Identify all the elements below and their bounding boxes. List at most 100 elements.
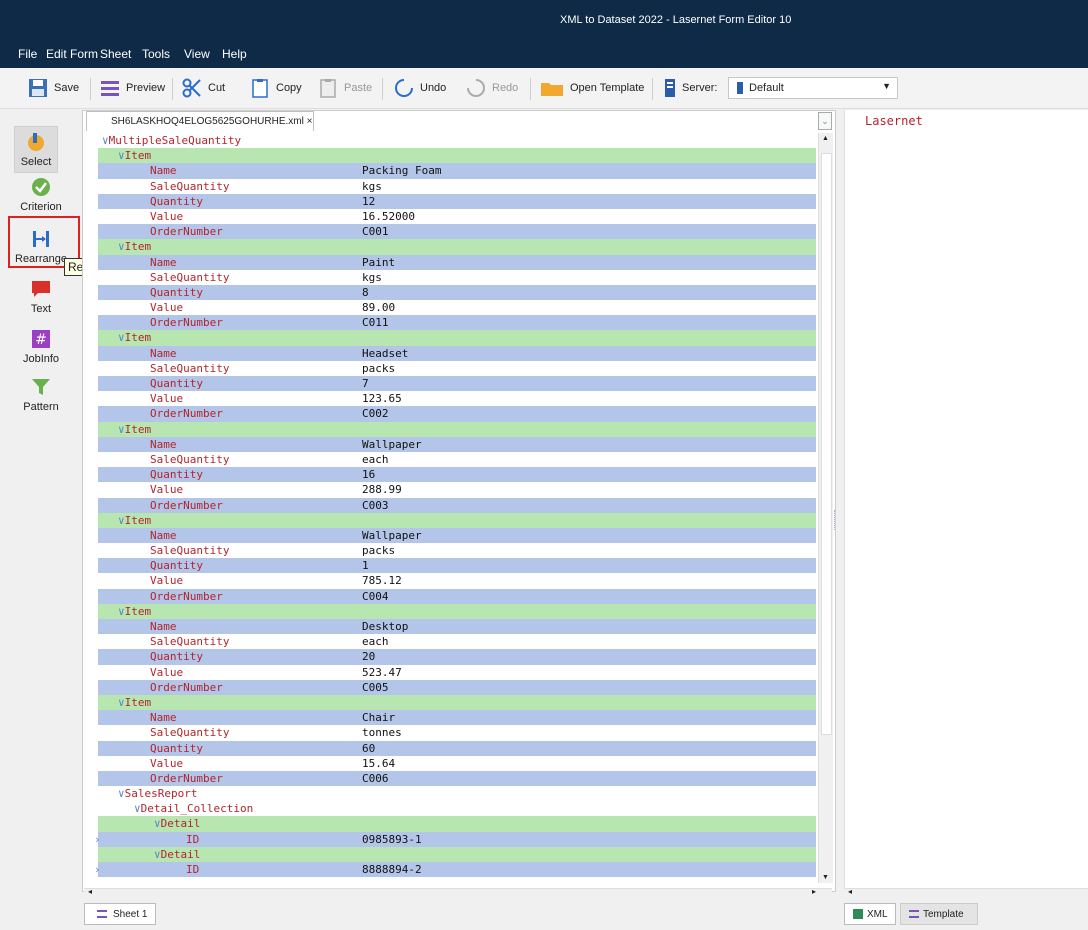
- save-button[interactable]: Save: [28, 76, 79, 100]
- tree-node-item[interactable]: ∨Item: [98, 148, 816, 164]
- chevron-down-icon[interactable]: ∨: [118, 423, 125, 436]
- tree-field-row[interactable]: OrderNumber C011: [98, 315, 816, 331]
- tree-node-detail-collection[interactable]: ∨Detail_Collection: [98, 801, 816, 817]
- server-select[interactable]: Default ▼: [728, 77, 898, 99]
- menu-tools[interactable]: Tools: [142, 47, 170, 61]
- tree-field-row[interactable]: Quantity 20: [98, 649, 816, 665]
- menu-view[interactable]: View: [184, 47, 210, 61]
- menu-sheet[interactable]: Sheet: [100, 47, 131, 61]
- tab-template[interactable]: Template: [900, 903, 978, 925]
- open-template-button[interactable]: Open Template: [540, 76, 644, 100]
- tree-field-row[interactable]: SaleQuantity each: [98, 634, 816, 650]
- chevron-right-icon[interactable]: ›: [94, 832, 101, 847]
- tree-field-row[interactable]: Value 89.00: [98, 300, 816, 316]
- chevron-down-icon[interactable]: ∨: [118, 149, 125, 162]
- select-tool[interactable]: Select: [14, 126, 58, 173]
- tree-node-item[interactable]: ∨Item: [98, 512, 816, 528]
- tree-node-root[interactable]: ∨MultipleSaleQuantity: [98, 133, 816, 149]
- tree-field-row[interactable]: Value 785.12: [98, 573, 816, 589]
- pattern-tool[interactable]: Pattern: [0, 376, 82, 413]
- tree-field-row[interactable]: OrderNumber C002: [98, 406, 816, 422]
- tree-node-item[interactable]: ∨Item: [98, 421, 816, 437]
- chevron-down-icon[interactable]: ∨: [118, 331, 125, 344]
- preview-button[interactable]: Preview: [100, 76, 165, 100]
- tree-field-row[interactable]: Quantity 60: [98, 740, 816, 756]
- right-horizontal-scrollbar[interactable]: ◂: [844, 887, 1088, 899]
- tree-field-row[interactable]: ID 0985893-1 ›: [94, 831, 816, 847]
- tree-node-item[interactable]: ∨Item: [98, 694, 816, 711]
- tree-field-row[interactable]: Name Headset: [98, 345, 816, 361]
- tree-field-row[interactable]: SaleQuantity kgs: [98, 269, 816, 285]
- scroll-right-arrow-icon[interactable]: ▸: [812, 887, 816, 896]
- scroll-down-arrow-icon[interactable]: ▼: [822, 874, 829, 881]
- tree-field-row[interactable]: OrderNumber C005: [98, 679, 816, 695]
- chevron-down-icon[interactable]: ∨: [154, 817, 161, 830]
- tree-node-item[interactable]: ∨Item: [98, 330, 816, 346]
- tree-field-row[interactable]: Value 123.65: [98, 391, 816, 407]
- chevron-down-icon[interactable]: ∨: [118, 787, 125, 800]
- tree-field-row[interactable]: Value 15.64: [98, 755, 816, 771]
- tree-field-row[interactable]: Quantity 1: [98, 558, 816, 574]
- sheet-tab[interactable]: Sheet 1: [84, 903, 156, 925]
- tree-field-row[interactable]: Name Packing Foam: [98, 163, 816, 179]
- chevron-down-icon[interactable]: ∨: [134, 802, 141, 815]
- tree-node-salesreport[interactable]: ∨SalesReport: [98, 786, 816, 802]
- scroll-left-arrow-icon[interactable]: ◂: [88, 887, 92, 896]
- tree-node-detail[interactable]: ∨Detail: [98, 816, 816, 832]
- chevron-down-icon[interactable]: ∨: [118, 240, 125, 253]
- tree-field-row[interactable]: Quantity 16: [98, 467, 816, 483]
- tree-field-row[interactable]: Quantity 8: [98, 284, 816, 301]
- menu-edit[interactable]: Edit: [46, 47, 67, 61]
- vertical-scrollbar[interactable]: ▲ ▼: [818, 133, 833, 883]
- file-tab[interactable]: SH6LASKHOQ4ELOG5625GOHURHE.xml ×: [86, 111, 314, 131]
- scrollbar-thumb[interactable]: [821, 153, 832, 735]
- tree-field-row[interactable]: SaleQuantity kgs: [98, 178, 816, 194]
- copy-button[interactable]: Copy: [250, 76, 302, 100]
- criterion-tool[interactable]: Criterion: [0, 176, 82, 213]
- chevron-down-icon[interactable]: ∨: [154, 848, 161, 861]
- chevron-down-icon[interactable]: ∨: [102, 134, 109, 147]
- menu-file[interactable]: File: [18, 47, 37, 61]
- tree-field-row[interactable]: OrderNumber C003: [98, 497, 816, 513]
- jobinfo-tool[interactable]: # JobInfo: [0, 328, 82, 365]
- menu-help[interactable]: Help: [222, 47, 247, 61]
- tree-field-row[interactable]: Name Wallpaper: [98, 527, 816, 544]
- redo-button[interactable]: Redo: [466, 76, 518, 100]
- tree-field-row[interactable]: Quantity 12: [98, 193, 816, 209]
- tree-field-row[interactable]: Quantity 7: [98, 376, 816, 392]
- chevron-down-icon[interactable]: ∨: [118, 605, 125, 618]
- tree-field-row[interactable]: ID 8888894-2 ›: [94, 862, 816, 878]
- xml-tree[interactable]: ∨MultipleSaleQuantity ∨Item Name Packing Fo…: [94, 133, 816, 878]
- tree-field-row[interactable]: Name Paint: [98, 254, 816, 270]
- tree-field-row[interactable]: SaleQuantity each: [98, 451, 816, 468]
- tree-field-row[interactable]: OrderNumber C006: [98, 770, 816, 787]
- tree-field-row[interactable]: Value 288.99: [98, 482, 816, 498]
- tree-node-item[interactable]: ∨Item: [98, 239, 816, 255]
- tree-node-item[interactable]: ∨Item: [98, 603, 816, 619]
- chevron-down-icon[interactable]: ∨: [118, 696, 125, 709]
- scroll-left-arrow-icon[interactable]: ◂: [848, 887, 852, 896]
- tree-field-row[interactable]: SaleQuantity packs: [98, 360, 816, 376]
- tab-xml[interactable]: XML: [844, 903, 896, 925]
- menu-form[interactable]: Form: [70, 47, 98, 61]
- paste-button[interactable]: Paste: [318, 76, 372, 100]
- tree-field-row[interactable]: Name Desktop: [98, 619, 816, 635]
- text-tool[interactable]: Text: [0, 278, 82, 315]
- scroll-up-arrow-icon[interactable]: ▲: [822, 135, 829, 142]
- splitter-handle[interactable]: [834, 510, 839, 530]
- tree-field-row[interactable]: OrderNumber C004: [98, 588, 816, 604]
- tree-field-row[interactable]: Value 16.52000: [98, 208, 816, 225]
- chevron-right-icon[interactable]: ›: [94, 862, 101, 877]
- output-pane[interactable]: Lasernet: [844, 110, 1088, 888]
- tree-field-row[interactable]: OrderNumber C001: [98, 224, 816, 240]
- chevron-down-icon[interactable]: ∨: [118, 514, 125, 527]
- horizontal-scrollbar[interactable]: ◂ ▸: [84, 887, 832, 899]
- cut-button[interactable]: Cut: [182, 76, 225, 100]
- tab-dropdown-button[interactable]: ⌄: [818, 112, 832, 130]
- tree-node-detail[interactable]: ∨Detail: [98, 846, 816, 862]
- tree-field-row[interactable]: Name Chair: [98, 710, 816, 726]
- tree-field-row[interactable]: SaleQuantity tonnes: [98, 725, 816, 741]
- tree-field-row[interactable]: Value 523.47: [98, 664, 816, 680]
- tree-field-row[interactable]: SaleQuantity packs: [98, 543, 816, 559]
- undo-button[interactable]: Undo: [394, 76, 446, 100]
